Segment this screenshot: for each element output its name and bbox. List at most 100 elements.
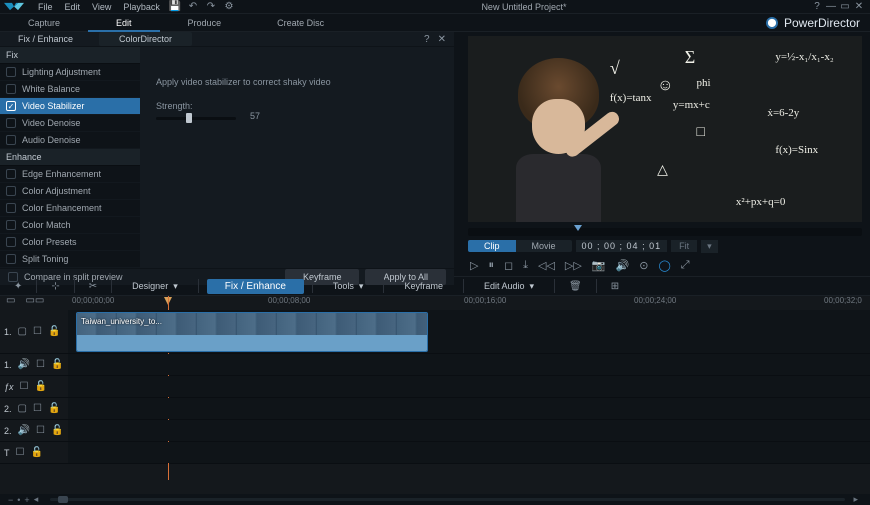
- panel-help-icon[interactable]: ?: [424, 34, 430, 45]
- sidebar-item-color-adjustment[interactable]: Color Adjustment: [0, 183, 140, 200]
- sidebar-item-video-denoise[interactable]: Video Denoise: [0, 115, 140, 132]
- preview-scrubber[interactable]: [468, 228, 862, 236]
- fix-enhance-button[interactable]: Fix / Enhance: [207, 279, 304, 294]
- checkbox-icon[interactable]: [6, 135, 16, 145]
- more-icon[interactable]: ⊞: [605, 279, 625, 294]
- cut-icon[interactable]: ✂: [83, 279, 103, 294]
- lock-icon[interactable]: 🔓: [34, 381, 46, 392]
- trash-icon[interactable]: 🗑: [563, 279, 588, 294]
- lock-icon[interactable]: 🔓: [48, 403, 60, 414]
- 3d-icon[interactable]: ◯: [658, 259, 670, 272]
- magic-tool-icon[interactable]: ✦: [8, 279, 28, 294]
- zoom-out-icon[interactable]: −: [8, 495, 13, 505]
- timeline-ruler[interactable]: 00;00;00;00 00;00;08;00 00;00;16;00 00;0…: [0, 296, 870, 310]
- designer-dropdown[interactable]: Designer ▾: [120, 279, 190, 294]
- visibility-icon[interactable]: ☐: [16, 447, 25, 458]
- checkbox-icon[interactable]: [6, 67, 16, 77]
- tools-dropdown[interactable]: Tools ▾: [321, 279, 376, 294]
- close-icon[interactable]: ✕: [852, 1, 866, 13]
- prev-frame-icon[interactable]: ⤓: [523, 259, 528, 272]
- snapshot-icon[interactable]: 📷: [592, 259, 606, 272]
- checkbox-icon[interactable]: [6, 186, 16, 196]
- sidebar-item-lighting[interactable]: Lighting Adjustment: [0, 64, 140, 81]
- timecode[interactable]: 00 ; 00 ; 04 ; 01: [576, 240, 668, 252]
- lock-icon[interactable]: 🔓: [30, 447, 42, 458]
- zoom-prev-icon[interactable]: ◂: [34, 494, 39, 505]
- loop-icon[interactable]: ⊙: [639, 259, 648, 272]
- panel-tab-colordirector[interactable]: ColorDirector: [99, 32, 192, 46]
- panel-close-icon[interactable]: ✕: [438, 34, 446, 45]
- slider-thumb[interactable]: [186, 113, 192, 123]
- fit-dropdown[interactable]: Fit: [671, 240, 697, 252]
- zoom-next-icon[interactable]: ▸: [853, 494, 858, 505]
- undo-icon[interactable]: ↶: [186, 1, 200, 13]
- maximize-icon[interactable]: ▭: [838, 1, 852, 13]
- zoom-thumb[interactable]: [58, 496, 68, 503]
- track-title[interactable]: T☐🔓: [0, 442, 870, 464]
- checkbox-icon[interactable]: [6, 101, 16, 111]
- video-track-icon[interactable]: ▢: [18, 403, 27, 414]
- checkbox-icon[interactable]: [6, 169, 16, 179]
- zoom-in-icon[interactable]: +: [24, 495, 29, 505]
- keyframe-button-toolbar[interactable]: Keyframe: [392, 279, 455, 293]
- step-back-icon[interactable]: ◁◁: [538, 259, 555, 272]
- visibility-icon[interactable]: ☐: [33, 326, 42, 337]
- scrubber-thumb[interactable]: [574, 225, 582, 231]
- menu-view[interactable]: View: [86, 2, 117, 12]
- mode-movie[interactable]: Movie: [516, 240, 572, 252]
- lock-icon[interactable]: 🔓: [48, 326, 60, 337]
- track-fx[interactable]: ƒx☐🔓: [0, 376, 870, 398]
- sidebar-item-white-balance[interactable]: White Balance: [0, 81, 140, 98]
- visibility-icon[interactable]: ☐: [36, 359, 45, 370]
- strength-slider[interactable]: [156, 117, 236, 120]
- volume-icon[interactable]: 🔊: [616, 259, 630, 272]
- lock-icon[interactable]: 🔓: [51, 425, 63, 436]
- help-icon[interactable]: ?: [810, 1, 824, 13]
- sidebar-item-split-toning[interactable]: Split Toning: [0, 251, 140, 268]
- play-icon[interactable]: ▷: [470, 259, 478, 272]
- audio-track-icon[interactable]: 🔊: [18, 425, 30, 436]
- lock-icon[interactable]: 🔓: [51, 359, 63, 370]
- edit-audio-dropdown[interactable]: Edit Audio ▾: [472, 279, 546, 294]
- redo-icon[interactable]: ↷: [204, 1, 218, 13]
- minimize-icon[interactable]: ―: [824, 1, 838, 13]
- panel-tab-fix-enhance[interactable]: Fix / Enhance: [8, 32, 83, 46]
- track-video-2[interactable]: 2.▢☐🔓: [0, 398, 870, 420]
- menu-file[interactable]: File: [32, 2, 59, 12]
- checkbox-icon[interactable]: [6, 220, 16, 230]
- step-fwd-icon[interactable]: ▷▷: [565, 259, 582, 272]
- visibility-icon[interactable]: ☐: [36, 425, 45, 436]
- stop-icon[interactable]: ◻: [504, 259, 513, 272]
- checkbox-icon[interactable]: [6, 118, 16, 128]
- sidebar-item-color-presets[interactable]: Color Presets: [0, 234, 140, 251]
- video-track-icon[interactable]: ▢: [18, 326, 27, 337]
- sidebar-item-audio-denoise[interactable]: Audio Denoise: [0, 132, 140, 149]
- menu-edit[interactable]: Edit: [59, 2, 87, 12]
- sidebar-item-color-enhancement[interactable]: Color Enhancement: [0, 200, 140, 217]
- menu-playback[interactable]: Playback: [117, 2, 166, 12]
- audio-track-icon[interactable]: 🔊: [18, 359, 30, 370]
- visibility-icon[interactable]: ☐: [20, 381, 29, 392]
- split-icon[interactable]: ⊹: [45, 279, 65, 294]
- tab-edit[interactable]: Edit: [88, 14, 160, 32]
- checkbox-icon[interactable]: [6, 237, 16, 247]
- track-audio-1[interactable]: 1.🔊☐🔓: [0, 354, 870, 376]
- save-icon[interactable]: 💾: [168, 1, 182, 13]
- track-video-1[interactable]: 1.▢☐🔓 Taiwan_university_to...: [0, 310, 870, 354]
- zoom-scrollbar[interactable]: [50, 498, 845, 501]
- visibility-icon[interactable]: ☐: [33, 403, 42, 414]
- sidebar-item-video-stabilizer[interactable]: Video Stabilizer: [0, 98, 140, 115]
- timeline-clip[interactable]: Taiwan_university_to...: [76, 312, 428, 352]
- checkbox-icon[interactable]: [6, 84, 16, 94]
- quality-dropdown[interactable]: ▾: [701, 240, 718, 253]
- sidebar-item-color-match[interactable]: Color Match: [0, 217, 140, 234]
- zoom-marker-icon[interactable]: •: [17, 495, 20, 505]
- popout-icon[interactable]: ⤢: [681, 259, 690, 272]
- pause-icon[interactable]: ⏸: [488, 259, 494, 272]
- tab-capture[interactable]: Capture: [0, 14, 88, 32]
- tab-create-disc[interactable]: Create Disc: [249, 14, 352, 32]
- settings-icon[interactable]: ⚙: [222, 1, 236, 13]
- checkbox-icon[interactable]: [6, 203, 16, 213]
- tab-produce[interactable]: Produce: [160, 14, 250, 32]
- checkbox-icon[interactable]: [6, 254, 16, 264]
